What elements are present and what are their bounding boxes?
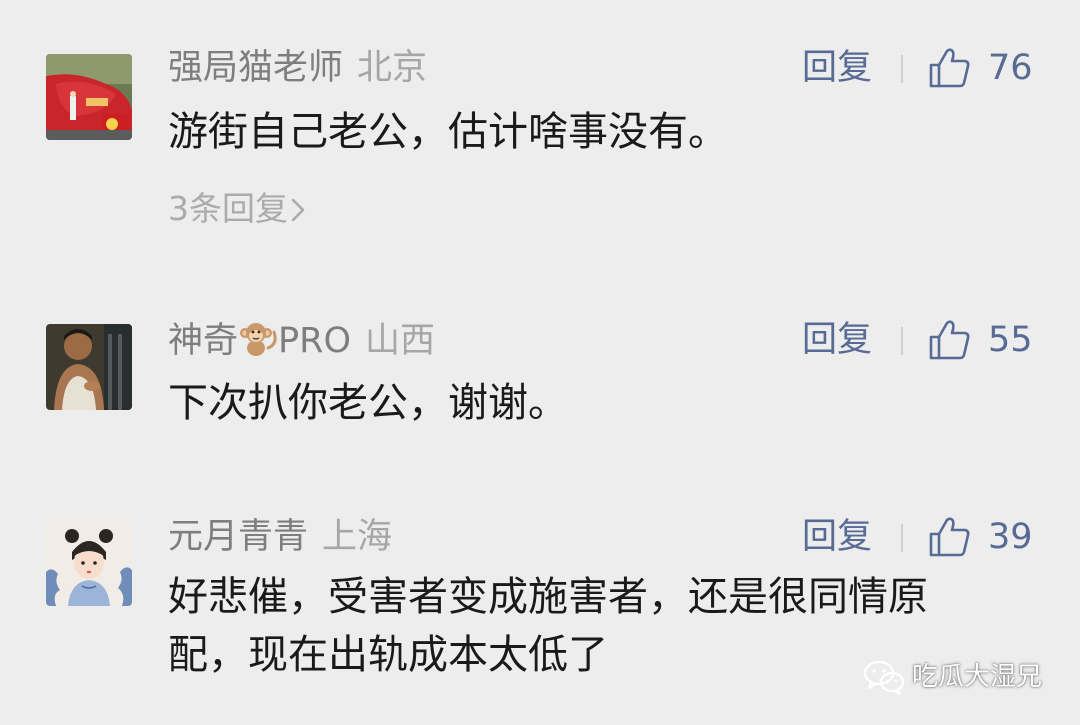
avatar-image — [46, 54, 132, 140]
action-divider — [901, 524, 903, 552]
author-location: 山西 — [365, 321, 436, 361]
author-name-suffix: PRO — [278, 321, 351, 361]
comment-item: 强局猫老师 北京 回复 76 游街自己老公，估计啥事没有。 3条回复 — [0, 0, 1080, 260]
thumbs-up-icon — [928, 46, 972, 90]
reply-button[interactable]: 回复 — [802, 46, 872, 90]
comment-actions: 回复 39 — [802, 515, 1042, 559]
author-name[interactable]: 强局猫老师 — [168, 48, 343, 88]
watermark-label: 吃瓜大湿兄 — [912, 662, 1043, 692]
action-divider — [901, 55, 903, 83]
avatar[interactable] — [46, 324, 132, 410]
comment-author-line: 元月青青 上海 — [168, 515, 392, 559]
comment-actions: 回复 76 — [802, 46, 1042, 90]
comment-item: 神奇 PRO 山西 回复 55 下次扒你老公，谢谢。 — [0, 300, 1080, 460]
view-replies-label: 3条回复 — [168, 189, 288, 228]
author-name[interactable]: 元月青青 — [168, 517, 308, 557]
author-name[interactable]: 神奇 PRO — [168, 321, 351, 361]
chevron-right-icon — [290, 191, 306, 222]
action-divider — [901, 327, 903, 355]
avatar-image — [46, 520, 132, 606]
avatar[interactable] — [46, 54, 132, 140]
thumbs-up-icon — [928, 515, 972, 559]
view-replies-link[interactable]: 3条回复 — [168, 187, 306, 231]
author-location: 北京 — [357, 48, 428, 88]
monkey-emoji-icon — [238, 318, 278, 358]
comment-actions: 回复 55 — [802, 318, 1042, 362]
thumbs-up-icon — [928, 318, 972, 362]
comment-author-line: 神奇 PRO 山西 — [168, 318, 435, 362]
comment-text: 游街自己老公，估计啥事没有。 — [168, 109, 728, 155]
comment-author-line: 强局猫老师 北京 — [168, 46, 427, 90]
wechat-logo-icon — [862, 657, 906, 697]
avatar-image — [46, 324, 132, 410]
reply-button[interactable]: 回复 — [802, 515, 872, 559]
author-name-prefix: 神奇 — [168, 321, 239, 361]
comment-text-line: 好悲催，受害者变成施害者，还是很同情原 — [168, 574, 928, 620]
like-count: 55 — [988, 320, 1033, 360]
like-count: 76 — [988, 48, 1033, 88]
like-count: 39 — [988, 517, 1033, 557]
comment-text: 下次扒你老公，谢谢。 — [168, 380, 568, 426]
author-location: 上海 — [322, 517, 393, 557]
avatar[interactable] — [46, 520, 132, 606]
reply-button[interactable]: 回复 — [802, 318, 872, 362]
